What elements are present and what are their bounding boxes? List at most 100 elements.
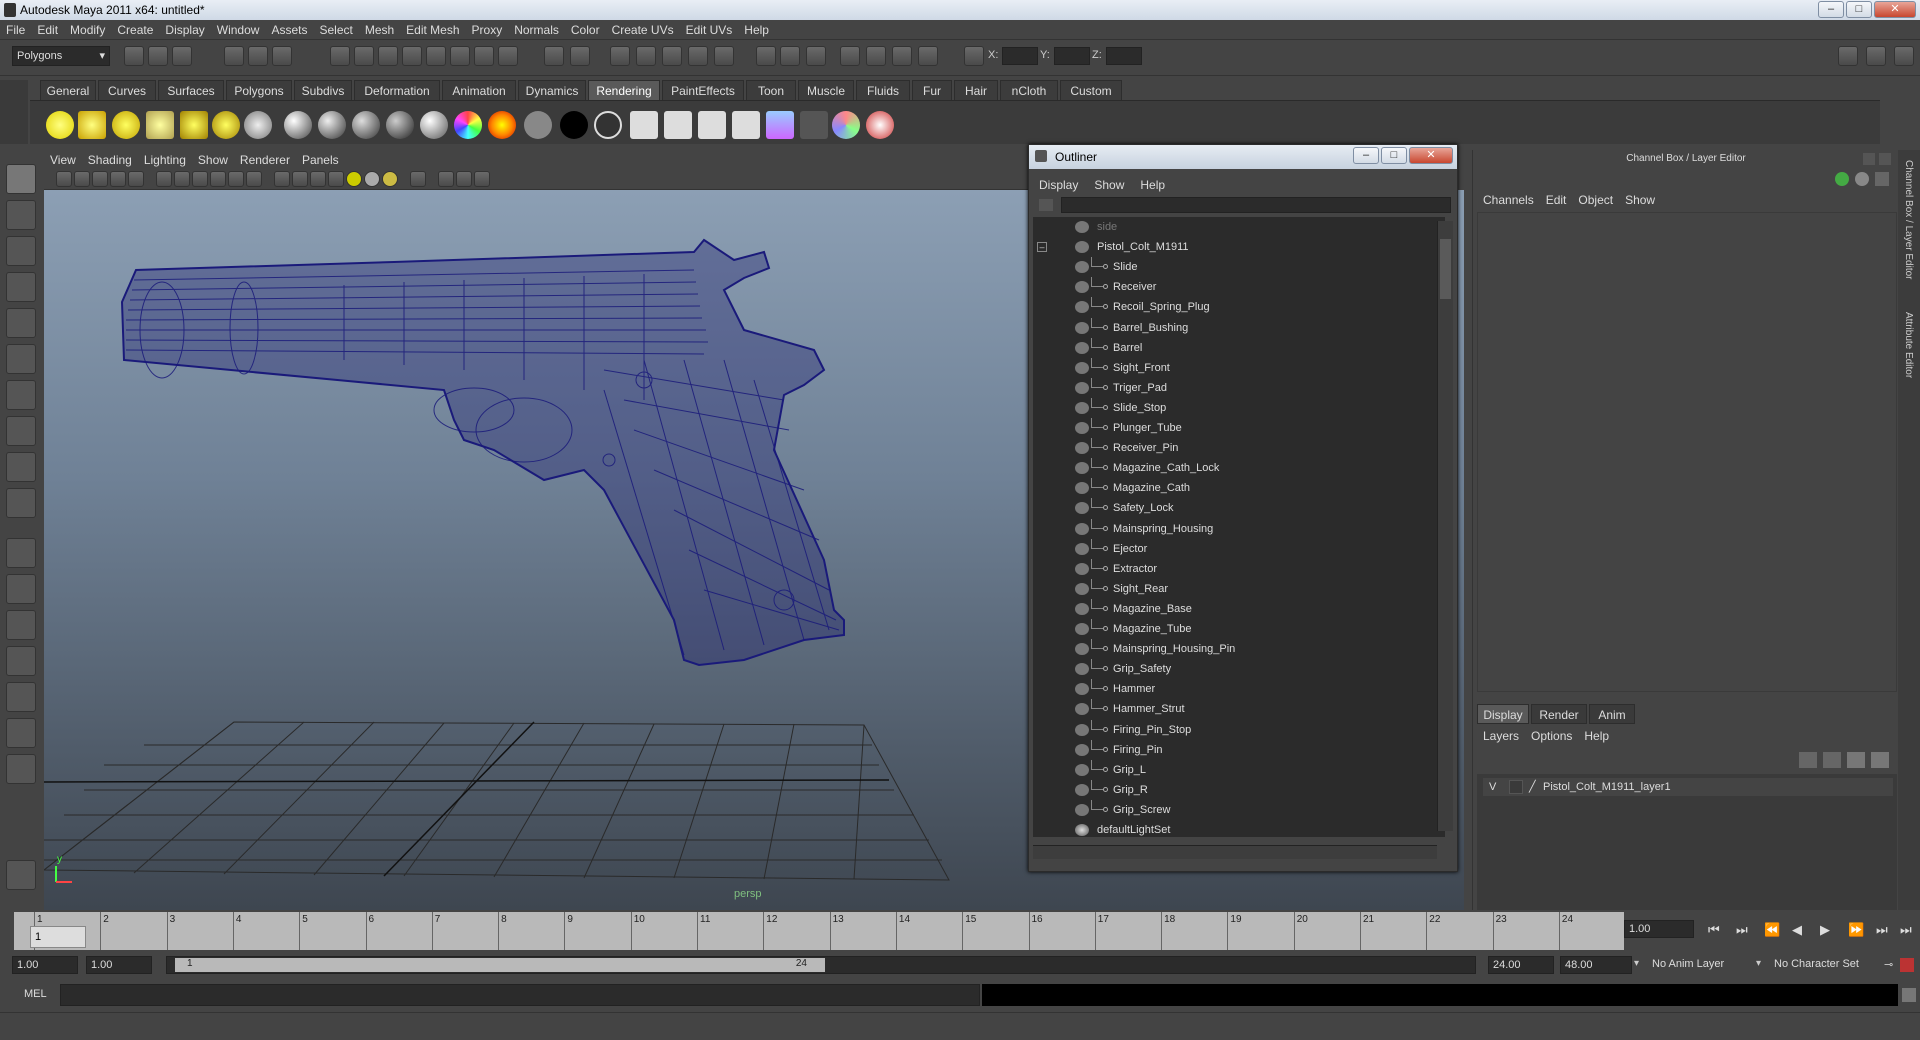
outliner-horizontal-scrollbar[interactable] — [1033, 845, 1437, 859]
outliner-item[interactable]: Safety_Lock — [1033, 498, 1433, 518]
question-icon[interactable] — [498, 46, 518, 66]
viewport-menu-lighting[interactable]: Lighting — [138, 150, 192, 170]
outliner-item[interactable]: Extractor — [1033, 558, 1433, 579]
channel-key-icon[interactable] — [1835, 172, 1849, 186]
render-view-icon[interactable] — [756, 46, 776, 66]
anim-layer-chevron-icon[interactable]: ▾ — [1634, 958, 1639, 969]
end-time-field[interactable]: 48.00 — [1560, 956, 1632, 974]
render-current-icon[interactable] — [630, 111, 658, 139]
gray-shader-icon[interactable] — [524, 111, 552, 139]
character-set-chevron-icon[interactable]: ▾ — [1756, 958, 1761, 969]
outliner-item[interactable]: Mainspring_Housing_Pin — [1033, 639, 1433, 659]
single-perspective-layout-icon[interactable] — [6, 538, 36, 568]
outline-shader-icon[interactable] — [594, 111, 622, 139]
play-forward-icon[interactable]: ▶ — [1820, 922, 1830, 938]
collapse-toggle-icon[interactable]: – — [1037, 242, 1047, 253]
viewport-menu-show[interactable]: Show — [192, 150, 234, 170]
shelf-tab-toon[interactable]: Toon — [746, 80, 796, 100]
outliner-item[interactable]: Mainspring_Housing — [1033, 518, 1433, 539]
outliner-item[interactable]: Slide — [1033, 257, 1433, 277]
outliner-toggle-icon[interactable] — [918, 46, 938, 66]
outliner-item[interactable]: Recoil_Spring_Plug — [1033, 297, 1433, 317]
point-light-icon[interactable] — [112, 111, 140, 139]
new-scene-icon[interactable] — [124, 46, 144, 66]
select-tool-icon[interactable] — [6, 164, 36, 194]
open-scene-icon[interactable] — [148, 46, 168, 66]
menu-edit-uvs[interactable]: Edit UVs — [680, 20, 739, 40]
playback-start-field[interactable]: 1.00 — [86, 956, 152, 974]
menu-normals[interactable]: Normals — [508, 20, 565, 40]
layer-tab-render[interactable]: Render — [1531, 704, 1587, 724]
shelf-tab-fluids[interactable]: Fluids — [856, 80, 910, 100]
cb-menu-edit[interactable]: Edit — [1540, 190, 1573, 210]
hypershade-layout-icon[interactable] — [6, 682, 36, 712]
shelf-tab-fur[interactable]: Fur — [912, 80, 952, 100]
camera-attributes-icon[interactable] — [74, 171, 90, 187]
viewport-menu-renderer[interactable]: Renderer — [234, 150, 296, 170]
range-bar-thumb[interactable]: 1 24 — [175, 958, 825, 972]
outliner-item[interactable]: Triger_Pad — [1033, 377, 1433, 398]
render-settings-shelf-icon[interactable] — [732, 111, 760, 139]
input-ops-icon[interactable] — [636, 46, 656, 66]
close-button[interactable]: ✕ — [1874, 1, 1916, 18]
shelf-tab-hair[interactable]: Hair — [954, 80, 998, 100]
outliner-item[interactable]: Grip_L — [1033, 759, 1433, 780]
layer-row[interactable]: V ╱ Pistol_Colt_M1911_layer1 — [1483, 778, 1893, 796]
outliner-item[interactable]: Hammer — [1033, 679, 1433, 699]
menu-file[interactable]: File — [0, 20, 31, 40]
graph-editor-icon[interactable] — [866, 46, 886, 66]
toggle-attribute-editor-icon[interactable] — [1838, 46, 1858, 66]
current-frame-marker[interactable]: 1 — [30, 926, 86, 948]
select-object-icon[interactable] — [248, 46, 268, 66]
isolate-select-icon[interactable] — [410, 171, 426, 187]
smooth-shade-icon[interactable] — [292, 171, 308, 187]
playback-end-field[interactable]: 24.00 — [1488, 956, 1554, 974]
field-chart-icon[interactable] — [228, 171, 244, 187]
anim-layer-selector[interactable]: No Anim Layer — [1648, 956, 1752, 974]
outliner-item[interactable]: defaultLightSet — [1033, 820, 1433, 837]
spot-light-icon[interactable] — [146, 111, 174, 139]
x-input[interactable] — [1002, 47, 1038, 65]
animation-preferences-icon[interactable] — [1900, 958, 1914, 972]
menu-edit[interactable]: Edit — [31, 20, 64, 40]
ambient-light-icon[interactable] — [46, 111, 74, 139]
toggle-tool-settings-icon[interactable] — [1866, 46, 1886, 66]
outliner-item[interactable]: – Pistol_Colt_M1911 — [1033, 237, 1433, 257]
render-view-shelf-icon[interactable] — [800, 111, 828, 139]
outliner-item[interactable]: Barrel_Bushing — [1033, 317, 1433, 338]
filter-options-icon[interactable] — [1039, 199, 1053, 211]
auto-key-icon[interactable]: ⊸ — [1884, 958, 1893, 971]
play-backward-icon[interactable]: ◀ — [1792, 922, 1802, 938]
outliner-item[interactable]: Magazine_Cath — [1033, 478, 1433, 498]
shader-ball-4-icon[interactable] — [386, 111, 414, 139]
outliner-item[interactable]: Barrel — [1033, 337, 1433, 358]
snap-surface-icon[interactable] — [426, 46, 446, 66]
layer-visibility-toggle[interactable]: V — [1489, 778, 1496, 796]
shelf-tab-dynamics[interactable]: Dynamics — [518, 80, 586, 100]
move-layer-down-icon[interactable] — [1823, 752, 1841, 768]
outliner-item[interactable]: Plunger_Tube — [1033, 418, 1433, 438]
outliner-item[interactable]: Receiver — [1033, 277, 1433, 297]
shadows-icon[interactable] — [382, 171, 398, 187]
command-input[interactable] — [60, 984, 980, 1006]
paint-brush-icon[interactable] — [866, 111, 894, 139]
start-time-field[interactable]: 1.00 — [12, 956, 78, 974]
shelf-tab-curves[interactable]: Curves — [98, 80, 156, 100]
select-component-icon[interactable] — [272, 46, 292, 66]
layer-menu-help[interactable]: Help — [1578, 726, 1615, 746]
outliner-item[interactable]: Magazine_Tube — [1033, 619, 1433, 639]
menu-display[interactable]: Display — [159, 20, 210, 40]
render-frame-icon[interactable] — [714, 46, 734, 66]
viewport-menu-panels[interactable]: Panels — [296, 150, 345, 170]
menu-create-uvs[interactable]: Create UVs — [606, 20, 680, 40]
batch-render-icon[interactable] — [698, 111, 726, 139]
snap-point-icon[interactable] — [378, 46, 398, 66]
step-forward-key-icon[interactable]: ⏭ — [1876, 922, 1888, 938]
layout-toggle-icon[interactable] — [6, 754, 36, 784]
directional-light-icon[interactable] — [78, 111, 106, 139]
outliner-scroll-thumb[interactable] — [1440, 239, 1451, 299]
snap-grid-icon[interactable] — [330, 46, 350, 66]
paint-select-tool-icon[interactable] — [6, 236, 36, 266]
shelf-options-handle[interactable] — [0, 80, 28, 144]
close-panel-icon[interactable] — [1879, 153, 1891, 165]
